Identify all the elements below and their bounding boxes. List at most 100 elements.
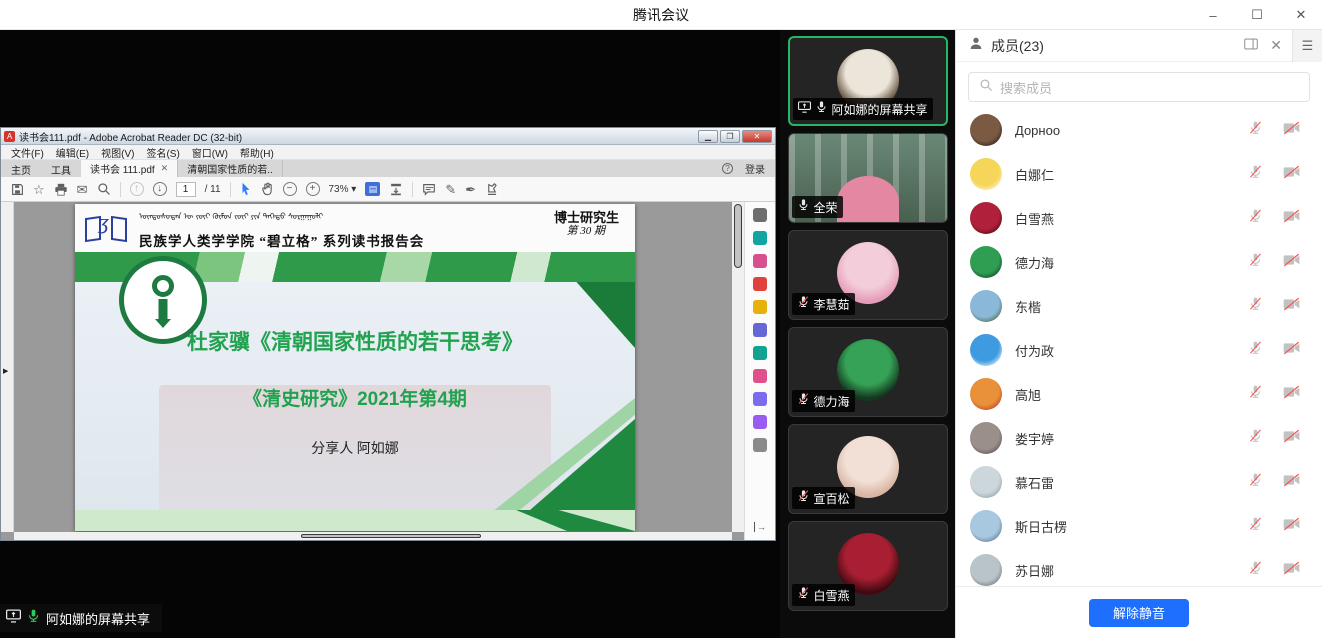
video-thumbnail[interactable]: 德力海: [788, 327, 948, 417]
acrobat-toolbar: ☆ ✉ ↑ ↓ 1 / 11 − + 73% ▾ ▤ ✎ ✒: [1, 177, 775, 202]
compress-pdf-icon[interactable]: [753, 346, 767, 360]
member-name: 东楷: [1015, 297, 1248, 316]
maximize-button[interactable]: ☐: [1250, 7, 1264, 23]
favorite-star-icon[interactable]: ☆: [33, 183, 45, 196]
member-list: Дорноо 白娜仁 白雪燕 德力海 东楷 付为政 高旭: [956, 108, 1322, 592]
member-search-box[interactable]: 搜索成员: [968, 72, 1310, 102]
slide-series-line: 民族学人类学学院 “碧立格” 系列读书报告会: [139, 230, 424, 250]
video-thumbnail[interactable]: 阿如娜的屏幕共享: [788, 36, 948, 126]
protect-icon[interactable]: [753, 392, 767, 406]
tab-close-icon[interactable]: ✕: [161, 163, 169, 174]
export-pdf-icon[interactable]: [753, 231, 767, 245]
more-tools-icon[interactable]: [753, 438, 767, 452]
previous-page-icon[interactable]: ↑: [130, 182, 144, 196]
member-row[interactable]: 高旭: [956, 372, 1322, 416]
member-row[interactable]: 娄宇婷: [956, 416, 1322, 460]
acrobat-app-icon: A: [4, 131, 15, 142]
minimize-button[interactable]: –: [1206, 8, 1220, 23]
tencent-meeting-window: 腾讯会议 – ☐ ✕ A 读书会111.pdf - Adobe Acrobat …: [0, 0, 1322, 638]
avatar: [970, 114, 1002, 146]
unmute-button[interactable]: 解除静音: [1089, 599, 1189, 627]
member-row[interactable]: 慕石雷: [956, 460, 1322, 504]
member-row[interactable]: 付为政: [956, 328, 1322, 372]
members-panel-title: 成员(23): [991, 36, 1044, 56]
combine-files-icon[interactable]: [753, 323, 767, 337]
email-icon[interactable]: ✉: [77, 183, 88, 196]
close-panel-icon[interactable]: ✕: [1270, 37, 1282, 54]
vertical-scrollbar[interactable]: [732, 202, 744, 532]
menu-item[interactable]: 帮助(H): [234, 145, 280, 160]
zoom-in-icon[interactable]: +: [306, 182, 320, 196]
member-name: 娄宇婷: [1015, 429, 1248, 448]
camera-off-icon: [1283, 121, 1300, 140]
acrobat-restore-button[interactable]: ❐: [720, 130, 740, 143]
camera-off-icon: [1283, 341, 1300, 360]
help-icon[interactable]: ?: [722, 163, 733, 174]
menu-item[interactable]: 文件(F): [5, 145, 50, 160]
nav-pane-expand-icon[interactable]: ▶: [3, 367, 8, 375]
close-button[interactable]: ✕: [1294, 7, 1308, 23]
fit-width-icon[interactable]: ▤: [365, 182, 380, 196]
find-icon[interactable]: [97, 182, 111, 196]
search-tool-icon[interactable]: [753, 208, 767, 222]
zoom-level-select[interactable]: 73% ▾: [329, 184, 357, 195]
organize-pages-icon[interactable]: [753, 254, 767, 268]
video-thumbnail[interactable]: 白雪燕: [788, 521, 948, 611]
nav-pane-strip[interactable]: ▶: [1, 202, 14, 532]
document-tab-label: 读书会 111.pdf: [90, 161, 155, 176]
create-pdf-icon[interactable]: [753, 277, 767, 291]
window-controls: – ☐ ✕: [1206, 0, 1308, 30]
select-tool-icon[interactable]: [240, 182, 252, 196]
video-thumbnail[interactable]: 全荣: [788, 133, 948, 223]
pencil-icon[interactable]: ✎: [445, 183, 456, 196]
menu-item[interactable]: 编辑(E): [50, 145, 95, 160]
thumbnail-label: 李慧茹: [792, 293, 855, 315]
signin-link[interactable]: 登录: [745, 161, 765, 176]
popout-panel-icon[interactable]: [1244, 37, 1258, 55]
menu-item[interactable]: 签名(S): [140, 145, 185, 160]
member-row[interactable]: 斯日古楞: [956, 504, 1322, 548]
member-status-icons: [1248, 560, 1300, 580]
member-row[interactable]: Дорноо: [956, 108, 1322, 152]
member-row[interactable]: 白娜仁: [956, 152, 1322, 196]
page-number-input[interactable]: 1: [176, 182, 196, 197]
mic-muted-icon: [797, 295, 810, 313]
sign-icon[interactable]: [753, 415, 767, 429]
member-name: Дорноо: [1015, 123, 1248, 138]
menu-item[interactable]: 视图(V): [95, 145, 140, 160]
menu-item[interactable]: 窗口(W): [186, 145, 234, 160]
tab-tools[interactable]: 工具: [41, 160, 81, 177]
document-tab[interactable]: 读书会 111.pdf ✕: [81, 160, 178, 177]
video-thumbnail[interactable]: 宣百松: [788, 424, 948, 514]
comment-bubble-icon[interactable]: [422, 183, 436, 196]
participant-name: 全荣: [814, 199, 838, 216]
print-icon[interactable]: [54, 183, 68, 196]
document-tab[interactable]: 清朝国家性质的若..: [178, 160, 283, 177]
member-row[interactable]: 白雪燕: [956, 196, 1322, 240]
hand-tool-icon[interactable]: [261, 182, 274, 196]
avatar: [970, 334, 1002, 366]
tab-home[interactable]: 主页: [1, 160, 41, 177]
toolbar-separator: [412, 182, 413, 197]
video-thumbnail[interactable]: 李慧茹: [788, 230, 948, 320]
save-icon[interactable]: [11, 183, 24, 196]
stamp-icon[interactable]: [485, 183, 499, 196]
sign-pen-icon[interactable]: ✒: [465, 183, 476, 196]
panel-menu-icon[interactable]: ☰: [1292, 30, 1322, 62]
member-row[interactable]: 德力海: [956, 240, 1322, 284]
zoom-out-icon[interactable]: −: [283, 182, 297, 196]
comment-icon[interactable]: [753, 300, 767, 314]
collapse-pane-icon[interactable]: →: [754, 522, 766, 532]
member-status-icons: [1248, 428, 1300, 448]
acrobat-close-button[interactable]: ✕: [742, 130, 772, 143]
member-row[interactable]: 东楷: [956, 284, 1322, 328]
horizontal-scrollbar[interactable]: [14, 532, 732, 540]
acrobat-minimize-button[interactable]: ▁: [698, 130, 718, 143]
screen-share-icon: [6, 609, 21, 628]
scroll-mode-icon[interactable]: [389, 183, 403, 196]
member-name: 斯日古楞: [1015, 517, 1248, 536]
next-page-icon[interactable]: ↓: [153, 182, 167, 196]
member-status-icons: [1248, 472, 1300, 492]
fill-sign-icon[interactable]: [753, 369, 767, 383]
member-status-icons: [1248, 296, 1300, 316]
